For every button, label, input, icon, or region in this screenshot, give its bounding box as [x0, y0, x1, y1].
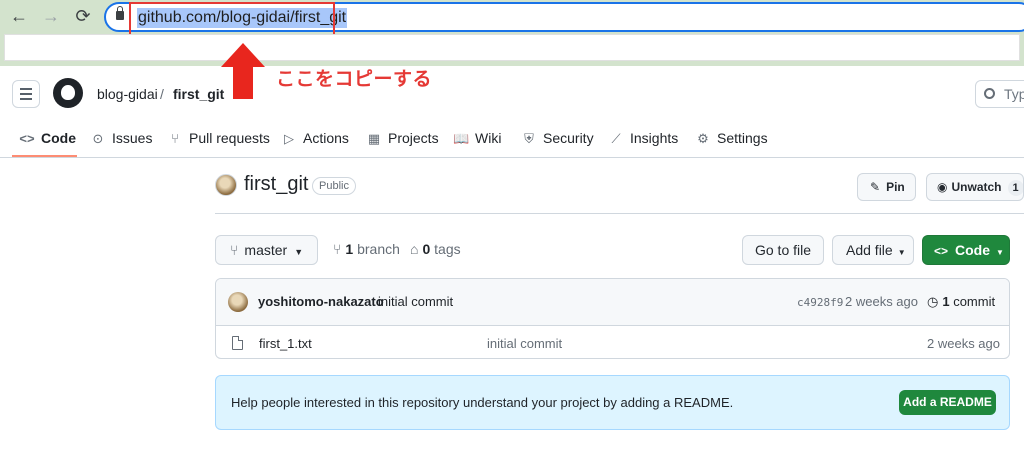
pin-label: Pin [886, 180, 905, 194]
play-icon: ▷ [284, 131, 294, 146]
tab-label: Wiki [475, 130, 502, 146]
graph-icon: ⟋ [611, 131, 621, 146]
commits-link[interactable]: ◷ 1 commit [927, 294, 995, 310]
tab-label: Settings [717, 130, 768, 146]
url-highlight-box [129, 2, 335, 37]
tab-security[interactable]: ⛨ Security [521, 128, 594, 148]
latest-commit-row: yoshitomo-nakazato initial commit c4928f… [216, 279, 1009, 326]
add-readme-button[interactable]: Add a README [899, 390, 996, 415]
tab-label: Security [543, 130, 594, 146]
gear-icon: ⚙ [697, 131, 709, 146]
caret-down-icon: ▼ [294, 247, 304, 257]
commit-author[interactable]: yoshitomo-nakazato [258, 294, 384, 309]
tag-count: 0 [422, 241, 431, 257]
repo-title[interactable]: first_git [244, 173, 308, 196]
tab-wiki[interactable]: 📖 Wiki [453, 128, 501, 148]
shield-icon: ⛨ [524, 131, 534, 146]
commit-word: commit [953, 294, 996, 309]
caret-down-icon: ▼ [897, 248, 906, 257]
avatar[interactable] [228, 292, 248, 312]
branches-link[interactable]: ⑂ 1 branch [333, 241, 400, 257]
branch-icon: ⑂ [333, 241, 342, 257]
issue-icon: ⊙ [92, 131, 104, 146]
tab-label: Actions [303, 130, 349, 146]
branch-count: 1 [345, 241, 354, 257]
tab-label: Pull requests [189, 130, 270, 146]
commit-time: 2 weeks ago [845, 294, 918, 309]
forward-arrow-icon[interactable]: → [40, 5, 62, 27]
go-to-file-button[interactable]: Go to file [742, 235, 824, 265]
red-up-arrow-icon [221, 43, 265, 99]
table-row[interactable]: first_1.txt initial commit 2 weeks ago [216, 327, 1009, 358]
search-icon [984, 88, 995, 99]
tags-link[interactable]: ⌂ 0 tags [410, 241, 461, 257]
breadcrumb-owner[interactable]: blog-gidai [97, 86, 158, 102]
tab-issues[interactable]: ⊙ Issues [90, 128, 153, 148]
visibility-badge: Public [312, 177, 356, 195]
tab-pull-requests[interactable]: ⑂ Pull requests [167, 128, 270, 148]
tab-label: Issues [112, 130, 153, 146]
code-icon: <> [19, 131, 35, 146]
file-table: yoshitomo-nakazato initial commit c4928f… [215, 278, 1010, 359]
branch-name: master [244, 242, 288, 258]
code-icon: <> [934, 244, 949, 258]
tag-word: tags [434, 241, 461, 257]
commit-count: 1 [942, 294, 950, 309]
eye-icon: ◉ [937, 180, 948, 194]
bookmark-bar [4, 34, 1020, 61]
pull-request-icon: ⑂ [171, 131, 179, 146]
file-name[interactable]: first_1.txt [259, 336, 312, 351]
search-input[interactable]: Type [975, 80, 1024, 108]
owner-avatar[interactable] [215, 174, 237, 196]
tab-projects[interactable]: ▦ Projects [366, 128, 439, 148]
add-file-button[interactable]: Add file ▼ [832, 235, 914, 265]
commit-message[interactable]: initial commit [378, 294, 453, 309]
unwatch-label: Unwatch [951, 180, 1002, 194]
readme-prompt-text: Help people interested in this repositor… [231, 395, 734, 410]
annotation-text: ここをコピーする [276, 69, 433, 90]
file-commit-message[interactable]: initial commit [487, 336, 562, 351]
book-icon: 📖 [453, 131, 470, 146]
tab-label: Code [41, 130, 76, 146]
branch-select[interactable]: ⑂ master ▼ [215, 235, 318, 265]
code-button[interactable]: <> Code ▼ [922, 235, 1010, 265]
github-logo-icon[interactable] [53, 78, 83, 108]
watch-count: 1 [1007, 180, 1023, 196]
add-file-label: Add file [846, 242, 893, 258]
tag-icon: ⌂ [410, 241, 419, 257]
tab-code[interactable]: <> Code [19, 128, 76, 148]
hamburger-menu-button[interactable] [12, 80, 40, 108]
reload-icon[interactable]: ⟳ [72, 5, 94, 27]
tab-insights[interactable]: ⟋ Insights [608, 128, 678, 148]
repo-nav-tabs: <> Code ⊙ Issues ⑂ Pull requests ▷ Actions ▦… [0, 118, 1024, 158]
tab-settings[interactable]: ⚙ Settings [695, 128, 768, 148]
breadcrumb-separator: / [160, 86, 164, 102]
readme-banner: Help people interested in this repositor… [215, 375, 1010, 430]
back-arrow-icon[interactable]: ← [8, 5, 30, 27]
pin-button[interactable]: ✎ Pin [857, 173, 916, 201]
tab-actions[interactable]: ▷ Actions [281, 128, 349, 148]
file-time: 2 weeks ago [927, 336, 1000, 351]
branch-icon: ⑂ [230, 242, 239, 258]
unwatch-button[interactable]: ◉ Unwatch 1 [926, 173, 1024, 201]
caret-down-icon: ▼ [996, 248, 1004, 257]
header-divider [215, 213, 1024, 214]
pin-icon: ✎ [870, 180, 881, 194]
search-placeholder: Type [1004, 86, 1024, 102]
breadcrumb-repo[interactable]: first_git [173, 86, 224, 102]
file-icon [232, 336, 243, 350]
tab-label: Insights [630, 130, 679, 146]
lock-icon [116, 6, 124, 20]
commit-sha[interactable]: c4928f9 [797, 296, 843, 309]
active-tab-indicator [12, 155, 77, 157]
table-icon: ▦ [367, 131, 381, 146]
history-icon: ◷ [927, 294, 939, 309]
code-label: Code [955, 242, 991, 258]
tab-label: Projects [388, 130, 439, 146]
branch-word: branch [357, 241, 400, 257]
